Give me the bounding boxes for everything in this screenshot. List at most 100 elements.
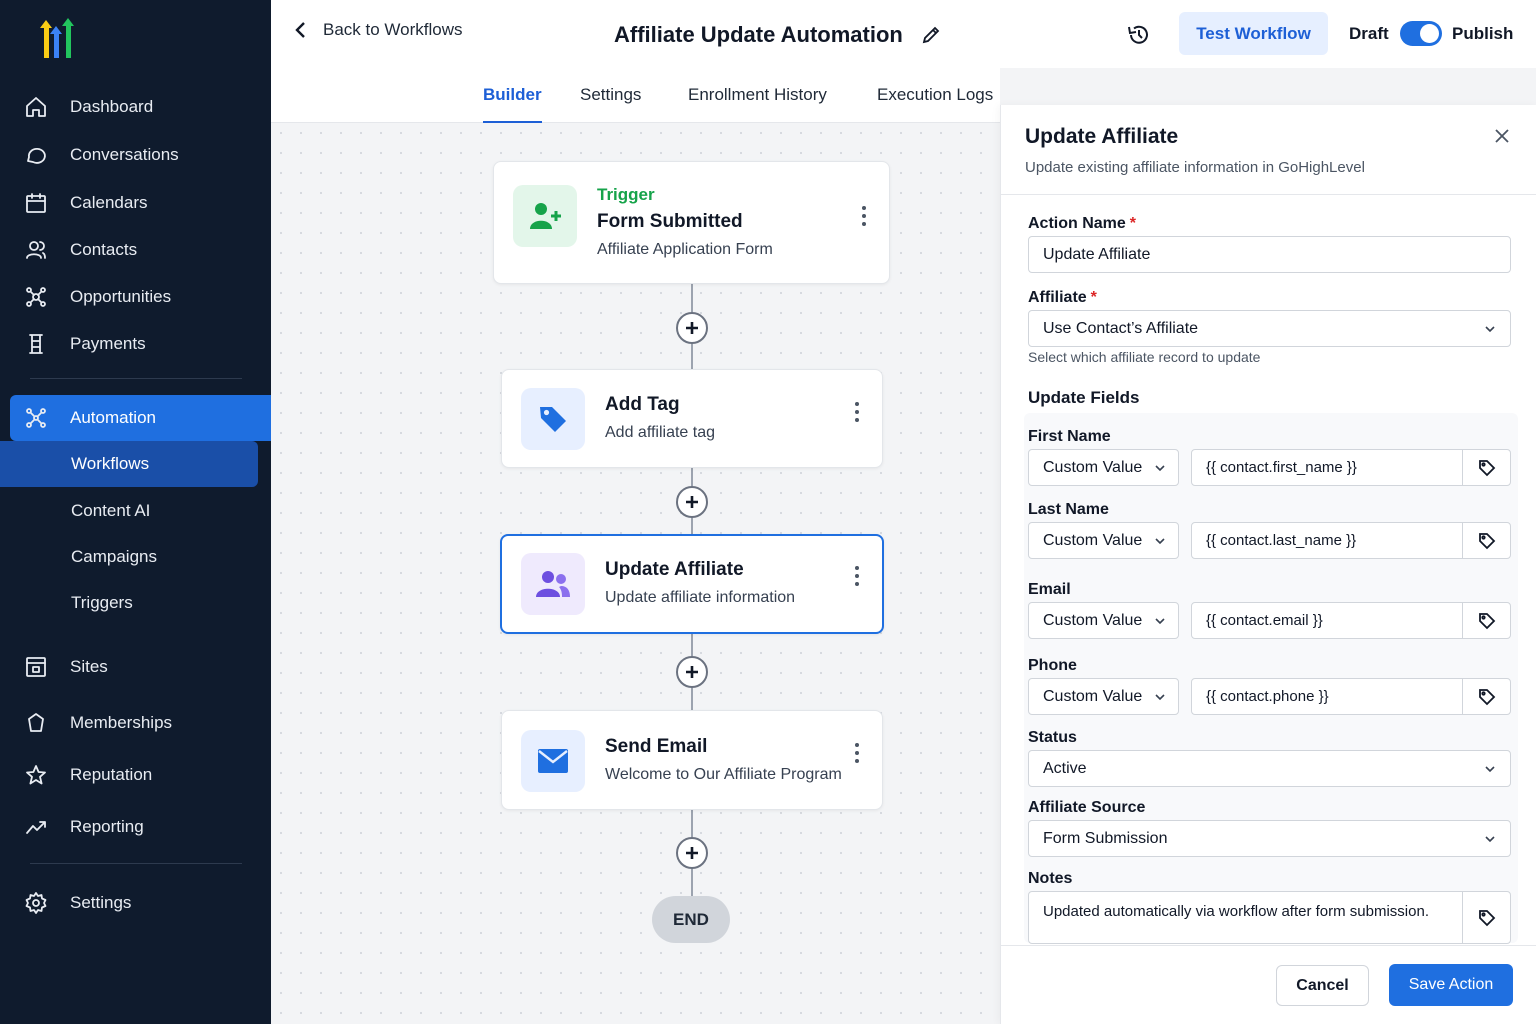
sidebar-item-calendars[interactable]: Calendars [0, 180, 271, 226]
gear-icon [24, 891, 48, 915]
tab-execution-logs[interactable]: Execution Logs [877, 85, 993, 123]
plus-icon [686, 666, 698, 678]
chat-bubble-icon [24, 143, 48, 167]
first-name-value-input[interactable]: {{ contact.first_name }} [1191, 449, 1463, 486]
sidebar-item-label: Settings [70, 893, 132, 912]
first-name-label: First Name [1028, 428, 1111, 445]
phone-value-input[interactable]: {{ contact.phone }} [1191, 678, 1463, 715]
memberships-icon [24, 711, 48, 735]
users-icon [521, 553, 585, 615]
email-value-input[interactable]: {{ contact.email }} [1191, 602, 1463, 639]
tab-settings[interactable]: Settings [580, 85, 641, 123]
sidebar-item-label: Calendars [70, 193, 148, 212]
insert-custom-value-button[interactable] [1462, 891, 1511, 944]
workflow-node-trigger[interactable]: Trigger Form Submitted Affiliate Applica… [493, 161, 890, 284]
back-to-workflows-link[interactable]: Back to Workflows [291, 20, 463, 40]
chevron-down-icon [1485, 766, 1495, 773]
sidebar-subitem-triggers[interactable]: Triggers [0, 580, 258, 626]
sidebar-item-label: Automation [70, 408, 156, 427]
kebab-menu-icon[interactable] [854, 743, 860, 765]
insert-custom-value-button[interactable] [1462, 678, 1511, 715]
last-name-label: Last Name [1028, 501, 1109, 518]
tab-enrollment-history[interactable]: Enrollment History [688, 85, 827, 123]
sidebar-item-label: Sites [70, 657, 108, 676]
sidebar-item-dashboard[interactable]: Dashboard [0, 84, 271, 130]
status-select[interactable]: Active [1028, 750, 1511, 787]
chevron-left-icon [295, 22, 305, 38]
back-label: Back to Workflows [323, 20, 463, 39]
mode-select-value: Custom Value [1043, 611, 1143, 629]
email-label: Email [1028, 581, 1071, 598]
add-step-button[interactable] [676, 312, 708, 344]
sidebar-item-conversations[interactable]: Conversations [0, 132, 271, 178]
sidebar-item-opportunities[interactable]: Opportunities [0, 274, 271, 320]
close-icon[interactable] [1493, 127, 1511, 145]
workflow-node-add-tag[interactable]: Add Tag Add affiliate tag [501, 369, 883, 468]
sidebar-item-memberships[interactable]: Memberships [0, 700, 271, 746]
sidebar-item-automation[interactable]: Automation [10, 395, 272, 441]
last-name-value-input[interactable]: {{ contact.last_name }} [1191, 522, 1463, 559]
first-name-mode-select[interactable]: Custom Value [1028, 449, 1179, 486]
sidebar-item-label: Reputation [70, 765, 153, 784]
sidebar-item-reporting[interactable]: Reporting [0, 804, 271, 850]
label-text: Affiliate [1028, 289, 1087, 306]
sidebar-item-payments[interactable]: Payments [0, 321, 271, 367]
workflow-node-send-email[interactable]: Send Email Welcome to Our Affiliate Prog… [501, 710, 883, 810]
sidebar-item-label: Reporting [70, 817, 144, 836]
affiliate-select-value: Use Contact’s Affiliate [1043, 319, 1199, 337]
panel-title: Update Affiliate [1025, 125, 1179, 148]
sidebar-item-contacts[interactable]: Contacts [0, 227, 271, 273]
affiliate-select[interactable]: Use Contact’s Affiliate [1028, 310, 1511, 347]
node-title: Send Email [605, 736, 708, 757]
user-plus-icon [513, 185, 577, 247]
sidebar-item-label: Memberships [70, 713, 173, 732]
sidebar-item-settings[interactable]: Settings [0, 880, 271, 926]
node-subtitle: Affiliate Application Form [597, 241, 773, 258]
workflow-end-node: END [652, 896, 730, 943]
sidebar-item-sites[interactable]: Sites [0, 644, 271, 690]
email-mode-select[interactable]: Custom Value [1028, 602, 1179, 639]
mode-select-value: Custom Value [1043, 458, 1143, 476]
pencil-icon[interactable] [920, 24, 942, 46]
kebab-menu-icon[interactable] [854, 402, 860, 424]
workflow-canvas[interactable]: Trigger Form Submitted Affiliate Applica… [271, 123, 1000, 1024]
add-step-button[interactable] [676, 486, 708, 518]
insert-custom-value-button[interactable] [1462, 449, 1511, 486]
sidebar-subitem-campaigns[interactable]: Campaigns [0, 534, 258, 580]
app-logo[interactable] [32, 18, 80, 62]
history-icon[interactable] [1126, 22, 1152, 48]
last-name-mode-select[interactable]: Custom Value [1028, 522, 1179, 559]
required-asterisk: * [1090, 289, 1097, 306]
notes-textarea[interactable]: Updated automatically via workflow after… [1028, 891, 1463, 944]
kebab-menu-icon[interactable] [854, 566, 860, 588]
insert-custom-value-button[interactable] [1462, 522, 1511, 559]
chevron-down-icon [1485, 836, 1495, 843]
calendar-icon [24, 191, 48, 215]
node-title: Form Submitted [597, 211, 743, 232]
cancel-button[interactable]: Cancel [1276, 965, 1369, 1006]
tag-icon [521, 388, 585, 450]
mode-select-value: Custom Value [1043, 531, 1143, 549]
sidebar-subitem-workflows[interactable]: Workflows [0, 441, 258, 487]
kebab-menu-icon[interactable] [861, 206, 867, 228]
add-step-button[interactable] [676, 656, 708, 688]
sites-icon [24, 655, 48, 679]
test-workflow-button[interactable]: Test Workflow [1179, 12, 1328, 55]
save-action-button[interactable]: Save Action [1389, 964, 1513, 1006]
node-title: Add Tag [605, 394, 680, 415]
affiliate-source-select[interactable]: Form Submission [1028, 820, 1511, 857]
toggle-knob [1420, 24, 1439, 43]
panel-header: Update Affiliate Update existing affilia… [1001, 105, 1536, 195]
insert-custom-value-button[interactable] [1462, 602, 1511, 639]
add-step-button[interactable] [676, 837, 708, 869]
sidebar-item-reputation[interactable]: Reputation [0, 752, 271, 798]
publish-toggle[interactable] [1400, 21, 1442, 46]
action-name-input[interactable]: Update Affiliate [1028, 236, 1511, 273]
phone-mode-select[interactable]: Custom Value [1028, 678, 1179, 715]
workflow-node-update-affiliate[interactable]: Update Affiliate Update affiliate inform… [500, 534, 884, 634]
action-config-panel: Update Affiliate Update existing affilia… [1000, 105, 1536, 1024]
notes-label: Notes [1028, 870, 1073, 887]
sidebar-subitem-content-ai[interactable]: Content AI [0, 488, 258, 534]
chevron-down-icon [1155, 618, 1165, 625]
tab-builder[interactable]: Builder [483, 85, 542, 123]
